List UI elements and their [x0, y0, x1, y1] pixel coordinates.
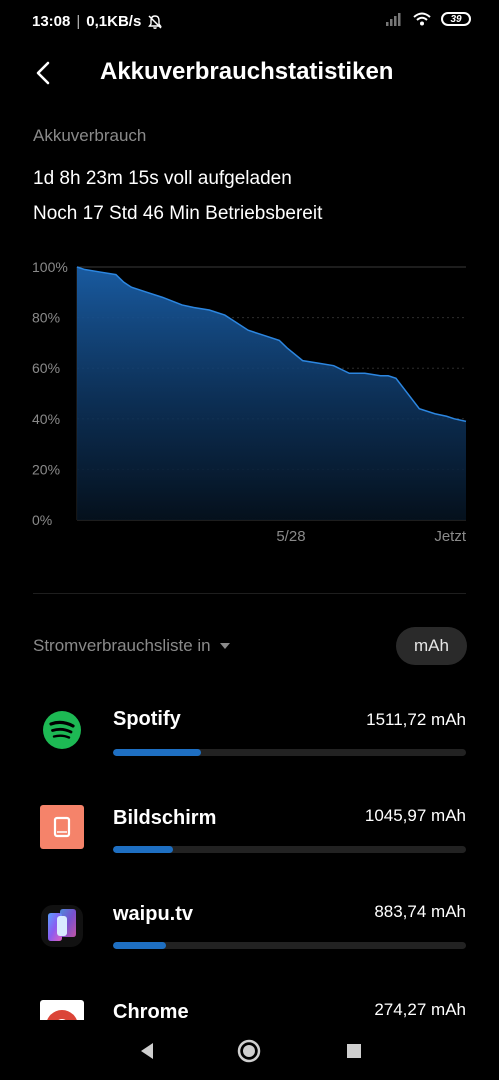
battery-level: 39: [450, 13, 462, 25]
battery-chart[interactable]: 100% 80% 60% 40% 20% 0% 5/28 Jetzt: [0, 252, 499, 552]
nav-back-button[interactable]: [132, 1036, 162, 1066]
app-usage-list[interactable]: Spotify 1511,72 mAh Bildschirm 1045,97 m…: [0, 680, 499, 1020]
nav-recents-button[interactable]: [339, 1036, 369, 1066]
y-tick-label: 60%: [32, 360, 60, 376]
wifi-icon: [413, 12, 431, 26]
network-speed: 0,1KB/s: [86, 13, 142, 30]
charged-duration: 1d 8h 23m 15s voll aufgeladen: [33, 168, 292, 189]
usage-bar-fill: [113, 942, 166, 949]
usage-list-dropdown[interactable]: Stromverbrauchsliste in: [33, 636, 231, 656]
clock: 13:08: [32, 13, 71, 30]
list-item[interactable]: Bildschirm 1045,97 mAh: [0, 788, 499, 878]
section-label: Akkuverbrauch: [33, 126, 147, 145]
status-left: 13:08 | 0,1KB/s: [32, 13, 163, 30]
signal-icon: [386, 13, 401, 26]
x-tick-label: Jetzt: [434, 528, 467, 545]
back-button[interactable]: [28, 56, 58, 90]
chevron-left-icon: [36, 61, 50, 85]
chrome-icon: [40, 1000, 84, 1020]
usage-bar: [113, 749, 466, 756]
status-separator: |: [76, 13, 81, 30]
y-tick-label: 0%: [32, 512, 52, 528]
section-divider: [33, 593, 466, 594]
nav-home-button[interactable]: [234, 1036, 264, 1066]
status-bar: 13:08 | 0,1KB/s 39: [0, 0, 499, 44]
home-circle-icon: [237, 1039, 261, 1063]
square-recents-icon: [347, 1044, 361, 1058]
triangle-back-icon: [141, 1043, 153, 1059]
caret-down-icon: [219, 643, 230, 649]
battery-icon: 39: [441, 12, 471, 26]
app-consumption: 883,74 mAh: [374, 902, 466, 921]
app-consumption: 1511,72 mAh: [366, 710, 466, 729]
y-tick-label: 100%: [32, 259, 68, 275]
app-consumption: 1045,97 mAh: [364, 806, 466, 825]
header: Akkuverbrauchstatistiken: [0, 50, 499, 96]
usage-list-label: Stromverbrauchsliste in: [33, 636, 211, 655]
list-item[interactable]: Chrome 274,27 mAh: [0, 980, 499, 1020]
status-right: 39: [385, 12, 471, 26]
app-name: waipu.tv: [113, 903, 194, 925]
usage-bar-fill: [113, 846, 173, 853]
app-name: Chrome: [113, 1001, 189, 1020]
bell-off-icon: [148, 14, 163, 29]
screen-icon: [40, 805, 84, 849]
page-title: Akkuverbrauchstatistiken: [100, 58, 394, 85]
usage-bar-fill: [113, 749, 202, 756]
remaining-time: Noch 17 Std 46 Min Betriebsbereit: [33, 203, 323, 224]
app-consumption: 274,27 mAh: [374, 1000, 466, 1019]
app-name: Bildschirm: [113, 807, 217, 829]
y-tick-label: 20%: [32, 461, 60, 477]
y-tick-label: 40%: [32, 411, 60, 427]
unit-toggle-button[interactable]: mAh: [396, 627, 467, 665]
spotify-icon: [43, 711, 81, 749]
battery-chart-svg: 100% 80% 60% 40% 20% 0% 5/28 Jetzt: [32, 259, 467, 545]
waipu-icon: [41, 905, 83, 947]
navigation-bar: [0, 1020, 499, 1080]
usage-bar: [113, 942, 466, 949]
usage-bar: [113, 846, 466, 853]
list-item[interactable]: waipu.tv 883,74 mAh: [0, 884, 499, 974]
unit-label: mAh: [414, 636, 449, 655]
list-item[interactable]: Spotify 1511,72 mAh: [0, 692, 499, 782]
x-tick-label: 5/28: [276, 528, 305, 545]
y-tick-label: 80%: [32, 310, 60, 326]
app-name: Spotify: [113, 708, 181, 730]
